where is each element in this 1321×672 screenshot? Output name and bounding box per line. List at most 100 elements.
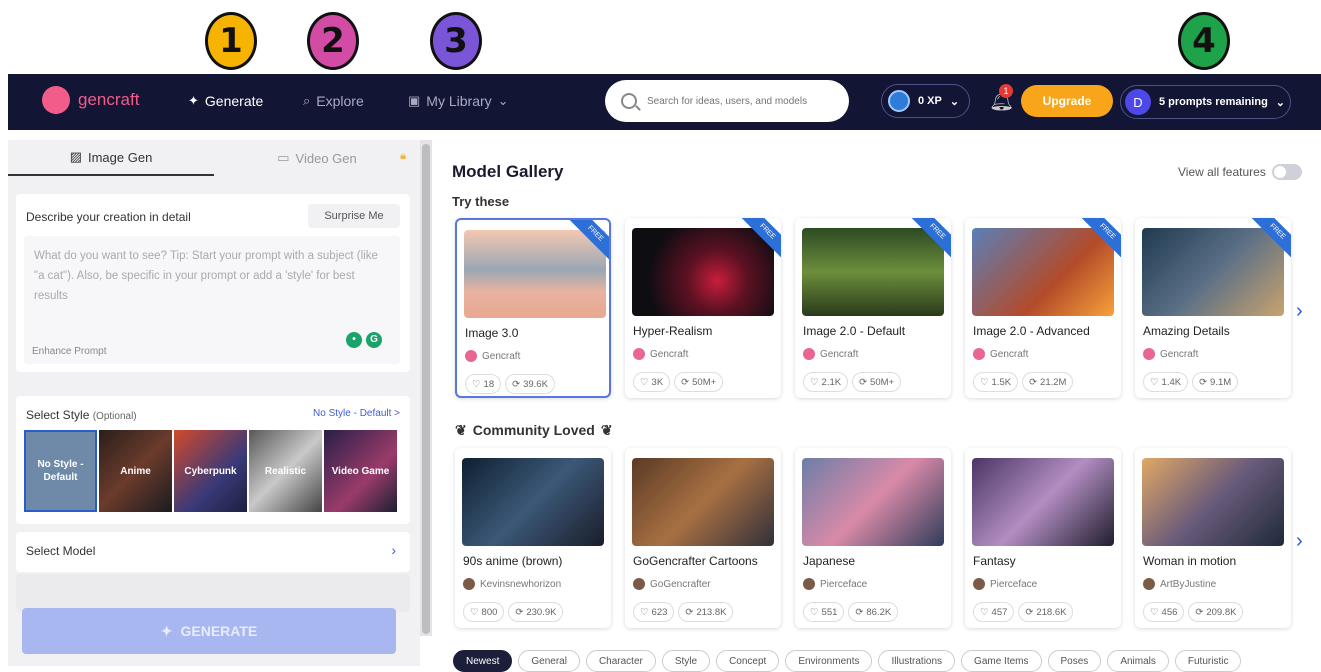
likes-count: 3K bbox=[651, 376, 664, 388]
uses-count: 50M+ bbox=[870, 376, 895, 388]
select-model-card[interactable]: Select Model › bbox=[16, 532, 410, 572]
style-card: Select Style (Optional) No Style - Defau… bbox=[16, 396, 410, 524]
notifications-button[interactable]: 🔔︎ 1 bbox=[989, 84, 1014, 114]
laurel-left-icon: ❦ bbox=[455, 422, 467, 438]
chevron-right-icon[interactable]: › bbox=[1296, 530, 1303, 553]
model-card[interactable]: GoGencrafter Cartoons GoGencrafter ♡ 623 … bbox=[625, 448, 781, 628]
annotation-4: 4 bbox=[1178, 12, 1230, 70]
chevron-down-icon: ⌄ bbox=[497, 93, 509, 108]
style-label: Select Style (Optional) bbox=[26, 408, 137, 422]
model-author: Gencraft bbox=[1143, 348, 1198, 360]
generate-button[interactable]: ✦ GENERATE bbox=[22, 608, 396, 654]
heart-icon: ♡ bbox=[470, 606, 479, 618]
style-no-style[interactable]: No Style - Default bbox=[24, 430, 97, 512]
model-thumbnail bbox=[802, 228, 944, 316]
chip-general[interactable]: General bbox=[518, 650, 580, 672]
model-author: Gencraft bbox=[633, 348, 688, 360]
uses-count: 9.1M bbox=[1210, 376, 1232, 388]
model-card[interactable]: FREE Amazing Details Gencraft ♡ 1.4K ⟳ 9.1… bbox=[1135, 218, 1291, 398]
nav-library[interactable]: ▣ My Library ⌄ bbox=[408, 93, 509, 109]
video-icon: ▭ bbox=[277, 150, 290, 165]
model-card[interactable]: FREE Image 2.0 - Default Gencraft ♡ 2.1K … bbox=[795, 218, 951, 398]
likes-stat[interactable]: ♡ 457 bbox=[973, 602, 1015, 622]
tab-image-gen[interactable]: ▨ Image Gen bbox=[8, 140, 214, 176]
model-name: Fantasy bbox=[973, 554, 1016, 568]
scrollbar-thumb[interactable] bbox=[422, 144, 430, 634]
community-label: Community Loved bbox=[472, 422, 595, 438]
model-card[interactable]: Japanese Pierceface ♡ 551 ⟳ 86.2K bbox=[795, 448, 951, 628]
chip-newest[interactable]: Newest bbox=[453, 650, 513, 672]
chevron-right-icon[interactable]: › bbox=[1296, 300, 1303, 323]
nav-generate[interactable]: ✦ Generate bbox=[188, 93, 263, 109]
heart-icon: ♡ bbox=[810, 606, 819, 618]
style-optional: (Optional) bbox=[92, 411, 137, 422]
model-card[interactable]: FREE Image 2.0 - Advanced Gencraft ♡ 1.5K… bbox=[965, 218, 1121, 398]
model-stats: ♡ 18 ⟳ 39.6K bbox=[465, 374, 555, 394]
chip-concept[interactable]: Concept bbox=[716, 650, 780, 672]
style-default-link[interactable]: No Style - Default > bbox=[313, 408, 400, 419]
style-anime[interactable]: Anime bbox=[99, 430, 172, 512]
search-bar[interactable] bbox=[605, 80, 849, 122]
enhance-prompt-button[interactable]: Enhance Prompt bbox=[32, 346, 107, 357]
chip-style[interactable]: Style bbox=[661, 650, 711, 672]
heart-icon: ♡ bbox=[640, 376, 649, 388]
model-thumbnail bbox=[632, 228, 774, 316]
chip-game-items[interactable]: Game Items bbox=[961, 650, 1042, 672]
model-stats: ♡ 3K ⟳ 50M+ bbox=[633, 372, 724, 392]
likes-stat[interactable]: ♡ 18 bbox=[465, 374, 502, 394]
author-name: Gencraft bbox=[1160, 348, 1199, 360]
grammar-tools[interactable]: • G bbox=[346, 332, 382, 348]
likes-stat[interactable]: ♡ 1.5K bbox=[973, 372, 1019, 392]
likes-count: 1.4K bbox=[1161, 376, 1182, 388]
uses-stat: ⟳ 9.1M bbox=[1192, 372, 1239, 392]
chip-animals[interactable]: Animals bbox=[1107, 650, 1169, 672]
style-realistic[interactable]: Realistic bbox=[249, 430, 322, 512]
nav-explore[interactable]: ⌕ Explore bbox=[303, 93, 364, 109]
model-card[interactable]: Woman in motion ArtByJustine ♡ 456 ⟳ 209.8… bbox=[1135, 448, 1291, 628]
model-thumbnail bbox=[1142, 228, 1284, 316]
style-video-game[interactable]: Video Game bbox=[324, 430, 397, 512]
chip-futuristic[interactable]: Futuristic bbox=[1174, 650, 1242, 672]
model-thumbnail bbox=[1142, 458, 1284, 546]
logo[interactable]: gencraft bbox=[42, 86, 139, 114]
annotation-2: 2 bbox=[307, 12, 359, 70]
model-label: Select Model bbox=[26, 544, 96, 558]
likes-stat[interactable]: ♡ 456 bbox=[1143, 602, 1185, 622]
search-input[interactable] bbox=[647, 95, 837, 107]
prompt-textarea[interactable]: What do you want to see? Tip: Start your… bbox=[24, 236, 400, 364]
chip-illustrations[interactable]: Illustrations bbox=[878, 650, 956, 672]
likes-stat[interactable]: ♡ 1.4K bbox=[1143, 372, 1189, 392]
likes-stat[interactable]: ♡ 551 bbox=[803, 602, 845, 622]
likes-count: 2.1K bbox=[821, 376, 842, 388]
sparkle-icon: ✦ bbox=[188, 93, 199, 108]
model-card[interactable]: 90s anime (brown) Kevinsnewhorizon ♡ 800 … bbox=[455, 448, 611, 628]
search-icon: ⌕ bbox=[303, 93, 311, 108]
style-cyberpunk[interactable]: Cyberpunk bbox=[174, 430, 247, 512]
library-icon: ▣ bbox=[408, 93, 421, 108]
likes-stat[interactable]: ♡ 800 bbox=[463, 602, 505, 622]
chip-poses[interactable]: Poses bbox=[1047, 650, 1102, 672]
tab-video-gen[interactable]: ▭ Video Gen bbox=[214, 140, 420, 176]
view-all-features[interactable]: View all features bbox=[1178, 164, 1302, 180]
chip-environments[interactable]: Environments bbox=[785, 650, 873, 672]
author-avatar bbox=[633, 348, 645, 360]
community-row: 90s anime (brown) Kevinsnewhorizon ♡ 800 … bbox=[455, 448, 1291, 628]
surprise-me-button[interactable]: Surprise Me bbox=[308, 204, 400, 228]
xp-dropdown[interactable]: 0 XP ⌄ bbox=[881, 84, 970, 118]
view-all-toggle[interactable] bbox=[1271, 164, 1302, 180]
likes-stat[interactable]: ♡ 2.1K bbox=[803, 372, 849, 392]
likes-stat[interactable]: ♡ 3K bbox=[633, 372, 671, 392]
uses-stat: ⟳ 50M+ bbox=[674, 372, 724, 392]
likes-count: 800 bbox=[481, 606, 498, 618]
model-card[interactable]: FREE Image 3.0 Gencraft ♡ 18 ⟳ 39.6K bbox=[455, 218, 611, 398]
model-card[interactable]: FREE Hyper-Realism Gencraft ♡ 3K ⟳ 50M+ bbox=[625, 218, 781, 398]
generator-panel: ▨ Image Gen ▭ Video Gen 🔒︎ Describe your… bbox=[8, 140, 420, 666]
chip-character[interactable]: Character bbox=[585, 650, 656, 672]
uses-icon: ⟳ bbox=[685, 606, 694, 618]
upgrade-button[interactable]: Upgrade bbox=[1021, 85, 1113, 117]
account-dropdown[interactable]: D 5 prompts remaining ⌄ bbox=[1120, 85, 1291, 119]
author-avatar bbox=[465, 350, 477, 362]
scrollbar[interactable] bbox=[420, 140, 432, 636]
likes-stat[interactable]: ♡ 623 bbox=[633, 602, 675, 622]
model-card[interactable]: Fantasy Pierceface ♡ 457 ⟳ 218.6K bbox=[965, 448, 1121, 628]
